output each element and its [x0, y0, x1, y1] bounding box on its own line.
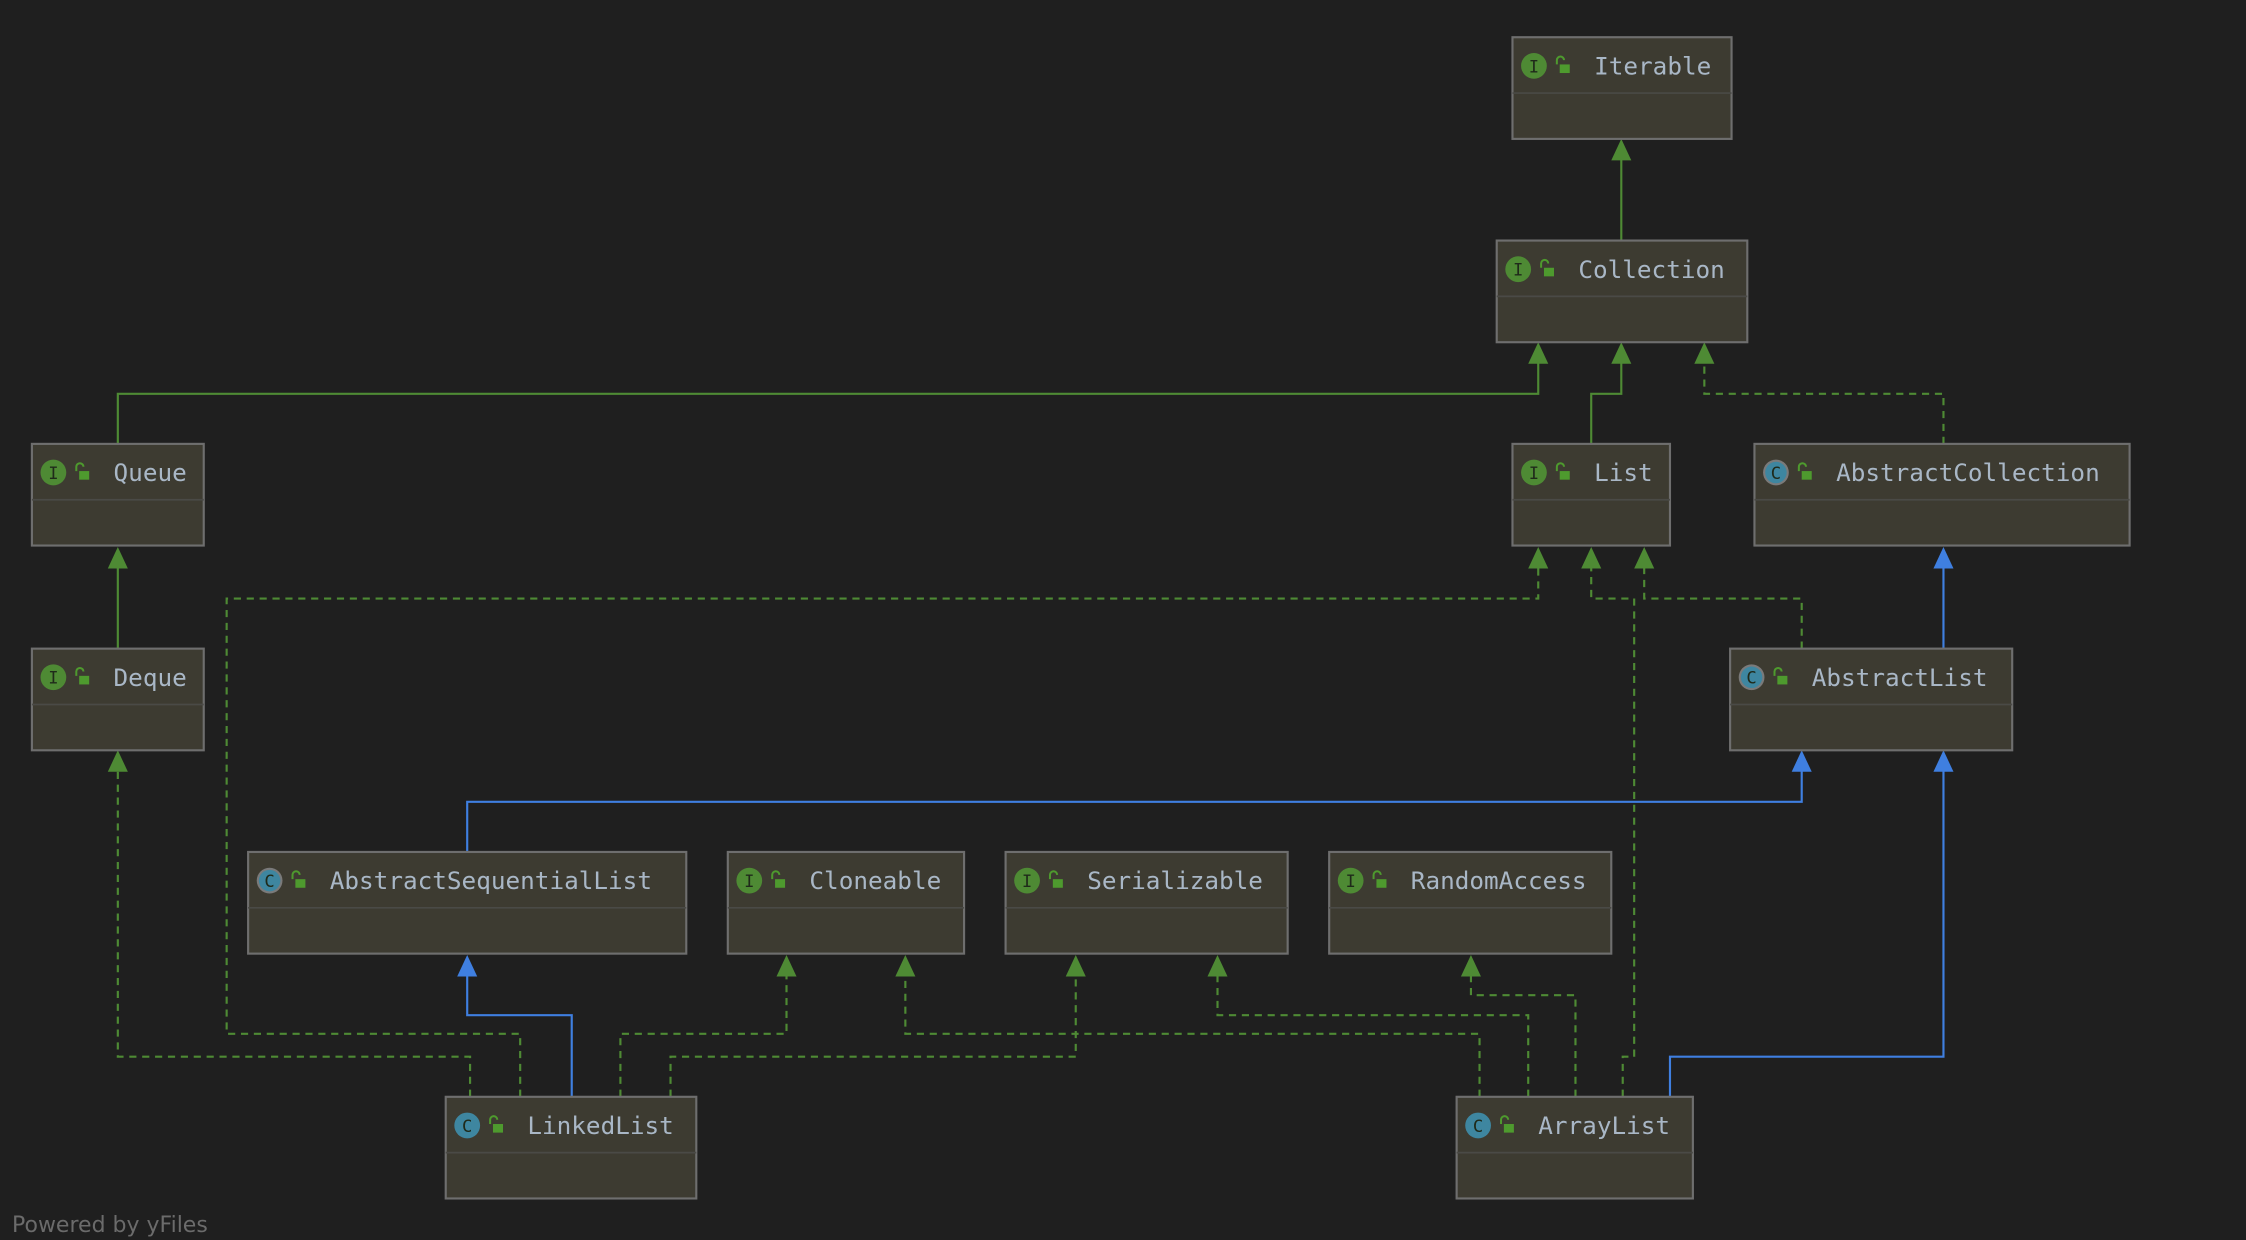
edge-AbstractSequentialList-to-AbstractList[interactable]	[466, 750, 1812, 852]
arrowhead-icon	[1207, 955, 1228, 977]
class-icon: C	[1763, 459, 1789, 486]
interface-icon: I	[736, 867, 763, 894]
arrowhead-icon	[107, 750, 128, 772]
node-AbstractList[interactable]: C AbstractList	[1729, 647, 2014, 752]
svg-text:I: I	[1022, 872, 1032, 892]
edge-LinkedList-to-Serializable[interactable]	[669, 955, 1086, 1097]
edge-LinkedList-to-AbstractSequentialList[interactable]	[457, 955, 573, 1097]
svg-text:I: I	[1513, 261, 1523, 281]
arrowhead-icon	[1581, 546, 1602, 569]
node-AbstractSequentialList[interactable]: C AbstractSequentialList	[247, 850, 688, 955]
node-title: LinkedList	[527, 1111, 673, 1140]
arrowhead-icon	[107, 546, 128, 569]
arrowhead-icon	[1528, 342, 1549, 364]
edge-ArrayList-to-RandomAccess[interactable]	[1460, 955, 1577, 1097]
edge-Collection-to-Iterable[interactable]	[1611, 138, 1632, 241]
node-title: Serializable	[1087, 866, 1263, 895]
edge-AbstractList-to-List[interactable]	[1634, 546, 1803, 649]
arrowhead-icon	[457, 955, 478, 977]
arrowhead-icon	[1933, 546, 1954, 569]
svg-text:I: I	[48, 669, 58, 689]
interface-icon: I	[1014, 867, 1040, 894]
node-LinkedList[interactable]: C LinkedList	[444, 1095, 698, 1200]
node-title: Iterable	[1594, 51, 1711, 80]
node-title: ArrayList	[1538, 1111, 1670, 1140]
arrowhead-icon	[1611, 138, 1632, 161]
svg-text:I: I	[48, 464, 58, 484]
node-title: List	[1594, 458, 1653, 487]
node-RandomAccess[interactable]: I RandomAccess	[1328, 850, 1613, 955]
edge-Queue-to-Collection[interactable]	[116, 342, 1549, 444]
arrowhead-icon	[1611, 342, 1632, 364]
node-title: AbstractSequentialList	[330, 866, 652, 895]
node-title: AbstractList	[1812, 663, 1988, 692]
svg-text:C: C	[462, 1117, 472, 1137]
svg-text:I: I	[1529, 57, 1539, 77]
interface-icon: I	[1521, 52, 1547, 79]
svg-text:C: C	[1771, 464, 1781, 484]
class-icon: C	[256, 867, 283, 894]
node-title: Cloneable	[809, 866, 941, 895]
edge-AbstractCollection-to-Collection[interactable]	[1694, 342, 1945, 444]
arrowhead-icon	[1460, 955, 1481, 977]
edge-LinkedList-to-Cloneable[interactable]	[619, 955, 797, 1097]
node-List[interactable]: I List	[1511, 442, 1672, 547]
edge-List-to-Collection[interactable]	[1590, 342, 1632, 444]
edge-ArrayList-to-Cloneable[interactable]	[895, 955, 1481, 1097]
interface-icon: I	[40, 664, 67, 691]
uml-diagram-canvas[interactable]: I Iterable I Collection I Queue I List C Abstract…	[0, 0, 2246, 1240]
node-title: Queue	[114, 458, 187, 487]
arrowhead-icon	[776, 955, 797, 977]
node-Queue[interactable]: I Queue	[30, 442, 205, 547]
edge-AbstractList-to-AbstractCollection[interactable]	[1933, 546, 1954, 649]
class-icon: C	[1738, 664, 1765, 691]
node-ArrayList[interactable]: C ArrayList	[1455, 1095, 1694, 1200]
class-icon: C	[1465, 1112, 1491, 1139]
node-Collection[interactable]: I Collection	[1495, 239, 1749, 344]
interface-icon: I	[1337, 867, 1364, 894]
node-Iterable[interactable]: I Iterable	[1511, 36, 1733, 140]
edge-Deque-to-Queue[interactable]	[107, 546, 128, 649]
arrowhead-icon	[1065, 955, 1086, 977]
class-icon: C	[454, 1112, 481, 1139]
edge-ArrayList-to-List[interactable]	[1581, 546, 1636, 1097]
interface-icon: I	[1521, 459, 1547, 486]
svg-text:I: I	[744, 872, 754, 892]
arrowhead-icon	[1694, 342, 1715, 364]
node-title: Collection	[1578, 255, 1724, 284]
interface-icon: I	[40, 459, 67, 486]
arrowhead-icon	[895, 955, 916, 977]
arrowhead-icon	[1634, 546, 1655, 569]
node-title: AbstractCollection	[1836, 458, 2100, 487]
svg-text:C: C	[1473, 1117, 1483, 1137]
svg-text:C: C	[1746, 669, 1756, 689]
interface-icon: I	[1505, 256, 1532, 283]
svg-text:I: I	[1345, 872, 1355, 892]
svg-text:C: C	[264, 872, 274, 892]
svg-text:I: I	[1529, 464, 1539, 484]
arrowhead-icon	[1791, 750, 1812, 772]
arrowhead-icon	[1528, 546, 1549, 569]
node-Cloneable[interactable]: I Cloneable	[726, 850, 966, 955]
node-title: RandomAccess	[1411, 866, 1587, 895]
powered-by-footer: Powered by yFiles	[12, 1213, 208, 1238]
node-Deque[interactable]: I Deque	[30, 647, 205, 752]
node-Serializable[interactable]: I Serializable	[1004, 850, 1289, 955]
node-title: Deque	[114, 663, 187, 692]
node-AbstractCollection[interactable]: C AbstractCollection	[1753, 442, 2131, 547]
arrowhead-icon	[1933, 750, 1954, 772]
